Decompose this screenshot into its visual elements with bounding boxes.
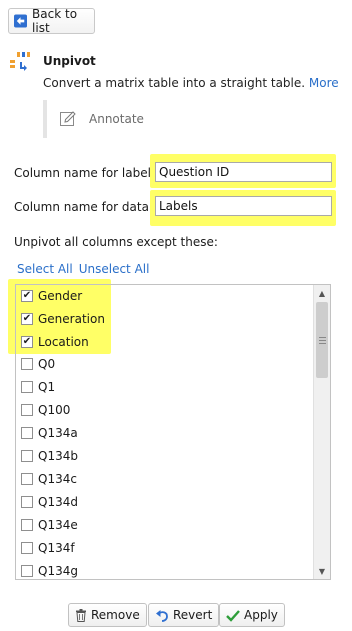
column-item-label: Q100 (38, 403, 71, 417)
scroll-thumb[interactable] (316, 302, 328, 378)
column-item-label: Location (38, 335, 89, 349)
unchecked-checkbox[interactable] (21, 450, 33, 462)
arrow-left-icon (14, 14, 28, 28)
column-item-label: Generation (38, 312, 105, 326)
checked-checkbox[interactable]: ✔ (21, 290, 33, 302)
unpivot-icon (10, 52, 30, 71)
unchecked-checkbox[interactable] (21, 381, 33, 393)
more-link[interactable]: More (309, 76, 339, 90)
column-list-item[interactable]: Q134e (21, 515, 78, 535)
annotate-label: Annotate (89, 112, 144, 126)
column-item-label: Gender (38, 289, 83, 303)
column-item-label: Q134d (38, 495, 78, 509)
column-item-label: Q0 (38, 357, 56, 371)
column-list-item[interactable]: Q100 (21, 400, 70, 420)
select-all-link[interactable]: Select All (17, 262, 73, 276)
data-name-label: Column name for data (14, 200, 149, 214)
column-item-label: Q134g (38, 564, 78, 578)
revert-button[interactable]: Revert (148, 603, 220, 627)
unselect-all-link[interactable]: Unselect All (79, 262, 150, 276)
checked-checkbox[interactable]: ✔ (21, 313, 33, 325)
column-list-item[interactable]: Q134g (21, 561, 78, 579)
column-list-item[interactable]: ✔ Gender (21, 286, 82, 306)
column-list-item[interactable]: Q134f (21, 538, 75, 558)
grip-icon (318, 336, 326, 344)
columns-listbox[interactable]: ✔ Gender ✔ Generation ✔ Location Q0 Q1 Q100 Q134a… (15, 284, 331, 580)
unpivot-except-label: Unpivot all columns except these: (14, 235, 218, 249)
checkmark-icon (226, 609, 240, 622)
unchecked-checkbox[interactable] (21, 519, 33, 531)
column-item-label: Q1 (38, 380, 56, 394)
scroll-down-arrow[interactable]: ▼ (314, 563, 330, 579)
annotate-button[interactable]: Annotate (43, 100, 163, 138)
apply-label: Apply (244, 608, 278, 622)
column-list-item[interactable]: Q0 (21, 354, 55, 374)
column-item-label: Q134c (38, 472, 77, 486)
column-item-label: Q134a (38, 426, 78, 440)
column-item-label: Q134e (38, 518, 78, 532)
column-item-label: Q134b (38, 449, 78, 463)
back-to-list-button[interactable]: Back to list (8, 7, 95, 35)
checked-checkbox[interactable]: ✔ (21, 336, 33, 348)
column-list-item[interactable]: Q134b (21, 446, 78, 466)
remove-button[interactable]: Remove (68, 603, 147, 627)
column-list-item[interactable]: ✔ Location (21, 332, 89, 352)
column-list-item[interactable]: ✔ Generation (21, 309, 105, 329)
annotate-icon (60, 111, 76, 126)
column-list-item[interactable]: Q1 (21, 377, 55, 397)
unchecked-checkbox[interactable] (21, 496, 33, 508)
column-list-item[interactable]: Q134c (21, 469, 77, 489)
data-name-input[interactable] (155, 196, 332, 216)
scroll-up-arrow[interactable]: ▲ (314, 285, 330, 301)
description-text: Convert a matrix table into a straight t… (43, 76, 306, 90)
trash-icon (76, 608, 86, 622)
labels-name-input[interactable] (155, 162, 332, 182)
undo-icon (156, 609, 168, 622)
transform-title: Unpivot (43, 54, 96, 68)
labels-name-label: Column name for labels (14, 166, 158, 180)
unchecked-checkbox[interactable] (21, 358, 33, 370)
back-to-list-label: Back to list (32, 7, 78, 35)
remove-label: Remove (91, 608, 140, 622)
column-item-label: Q134f (38, 541, 75, 555)
unchecked-checkbox[interactable] (21, 404, 33, 416)
revert-label: Revert (173, 608, 213, 622)
unchecked-checkbox[interactable] (21, 565, 33, 577)
apply-button[interactable]: Apply (219, 603, 285, 627)
transform-description: Convert a matrix table into a straight t… (43, 76, 339, 90)
unchecked-checkbox[interactable] (21, 542, 33, 554)
column-list-item[interactable]: Q134a (21, 423, 78, 443)
unchecked-checkbox[interactable] (21, 427, 33, 439)
selection-links: Select All Unselect All (17, 262, 149, 276)
listbox-scrollbar[interactable]: ▲ ▼ (313, 285, 330, 579)
unchecked-checkbox[interactable] (21, 473, 33, 485)
column-list-item[interactable]: Q134d (21, 492, 78, 512)
